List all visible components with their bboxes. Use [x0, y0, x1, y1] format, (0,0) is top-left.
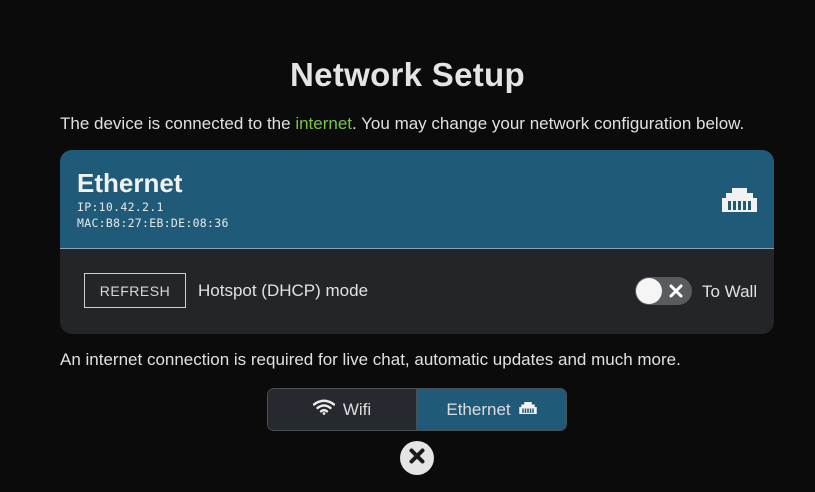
- mode-toggle[interactable]: [635, 277, 692, 305]
- connection-status-text: The device is connected to the internet.…: [60, 114, 744, 134]
- wifi-icon: [312, 399, 336, 420]
- tab-ethernet-label: Ethernet: [446, 399, 511, 419]
- internet-required-note: An internet connection is required for l…: [60, 350, 681, 369]
- hotspot-mode-label: Hotspot (DHCP) mode: [198, 281, 369, 300]
- tab-wifi-label: Wifi: [342, 399, 372, 419]
- page-title: Network Setup: [290, 56, 525, 93]
- tab-ethernet[interactable]: Ethernet: [417, 389, 566, 430]
- status-text-suffix: . You may change your network configurat…: [352, 114, 745, 133]
- tab-wifi[interactable]: Wifi: [268, 389, 417, 430]
- status-text-prefix: The device is connected to the: [60, 114, 296, 133]
- toggle-off-icon: [669, 284, 683, 303]
- close-icon: [409, 448, 425, 469]
- ethernet-port-icon: [722, 186, 757, 219]
- internet-link[interactable]: internet: [295, 114, 352, 133]
- toggle-knob: [636, 278, 662, 304]
- close-button[interactable]: [400, 441, 434, 475]
- network-type-tabs: Wifi Ethernet: [267, 388, 567, 431]
- ethernet-card-body: REFRESH Hotspot (DHCP) mode To Wall: [60, 249, 774, 334]
- ethernet-card-title: Ethernet: [77, 168, 183, 198]
- to-wall-label: To Wall: [702, 282, 758, 301]
- ethernet-card: Ethernet IP:10.42.2.1 MAC:B8:27:EB:DE:08…: [60, 150, 774, 334]
- ethernet-port-icon: [518, 400, 537, 420]
- ethernet-card-header: Ethernet IP:10.42.2.1 MAC:B8:27:EB:DE:08…: [60, 150, 774, 249]
- mac-address: MAC:B8:27:EB:DE:08:36: [77, 216, 229, 230]
- refresh-button[interactable]: REFRESH: [84, 273, 186, 308]
- ip-address: IP:10.42.2.1: [77, 200, 164, 214]
